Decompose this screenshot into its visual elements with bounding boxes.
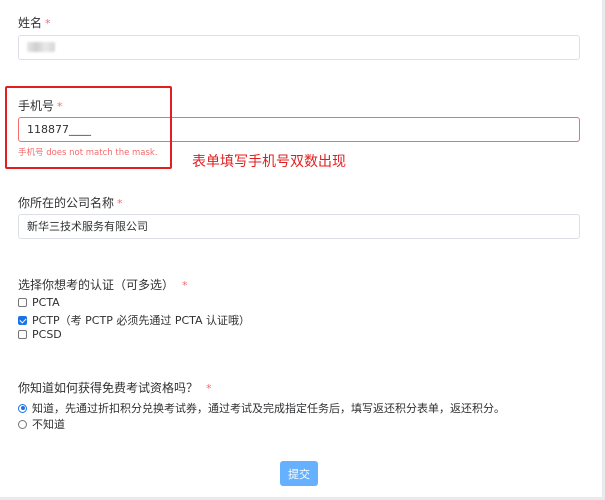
blurred-name-value — [27, 42, 55, 52]
required-asterisk: * — [182, 279, 188, 292]
certs-label: 选择你想考的认证（可多选） * — [18, 278, 188, 292]
annotation-highlight-box — [5, 86, 172, 169]
free-exam-label: 你知道如何获得免费考试资格吗？ * — [18, 381, 212, 395]
radio-checked-icon[interactable] — [18, 403, 27, 413]
checkbox-checked-icon[interactable] — [18, 315, 27, 325]
annotation-text: 表单填写手机号双数出现 — [192, 154, 346, 170]
checkbox-icon[interactable] — [18, 330, 27, 339]
required-asterisk: * — [117, 197, 123, 210]
free-exam-option-no[interactable]: 不知道 — [18, 416, 65, 432]
required-asterisk: * — [206, 382, 212, 395]
cert-option-pcta[interactable]: PCTA — [18, 296, 60, 309]
submit-button[interactable]: 提交 — [280, 461, 318, 486]
radio-icon[interactable] — [18, 419, 27, 429]
name-label: 姓名 * — [18, 16, 51, 30]
free-exam-option-yes[interactable]: 知道，先通过折扣积分兑换考试券，通过考试及完成指定任务后，填写返还积分表单，返还… — [18, 400, 505, 416]
cert-option-pctp[interactable]: PCTP（考 PCTP 必须先通过 PCTA 认证哦） — [18, 312, 250, 328]
required-asterisk: * — [45, 17, 51, 30]
company-input[interactable]: 新华三技术服务有限公司 — [18, 214, 580, 239]
checkbox-icon[interactable] — [18, 298, 27, 307]
company-label: 你所在的公司名称 * — [18, 196, 123, 210]
cert-option-pcsd[interactable]: PCSD — [18, 328, 62, 341]
name-input[interactable] — [18, 35, 580, 60]
